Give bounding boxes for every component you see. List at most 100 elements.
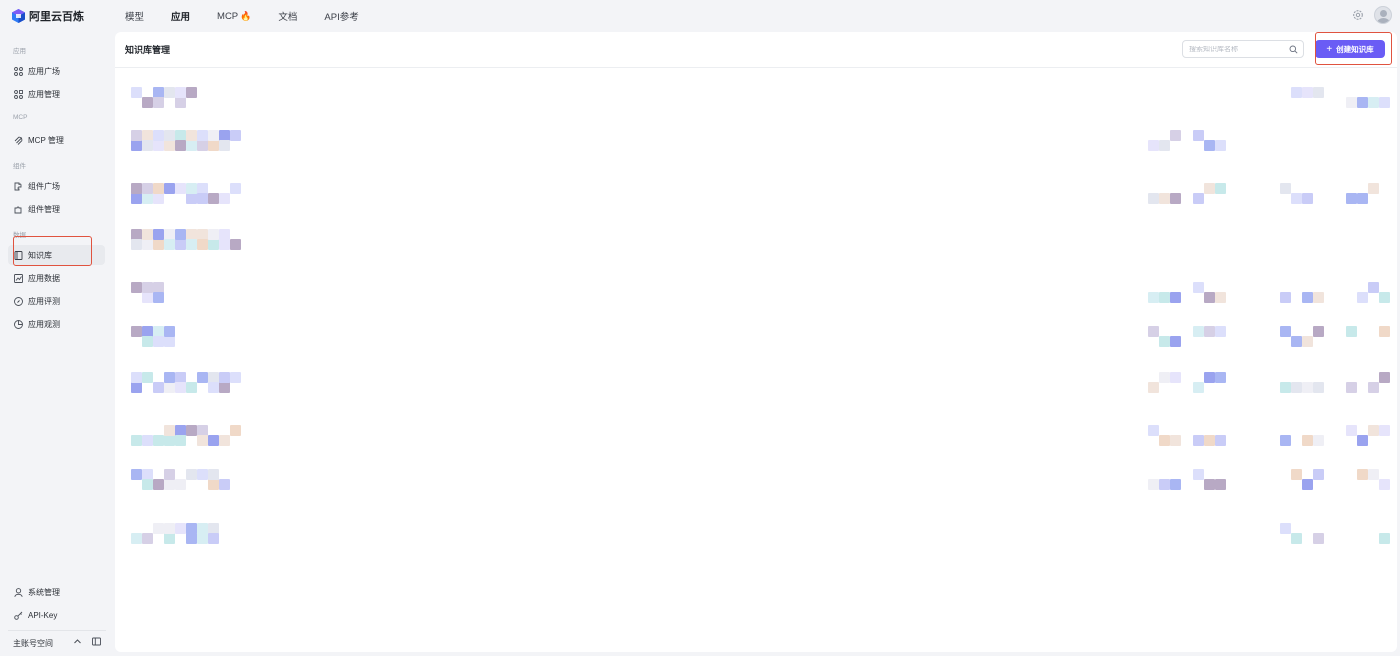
obscured-block xyxy=(208,140,219,151)
chevron-up-icon[interactable] xyxy=(73,637,82,646)
sidebar-item-knowledge-base[interactable]: 知识库 xyxy=(8,245,105,265)
obscured-block xyxy=(1280,435,1291,446)
obscured-block xyxy=(1215,435,1226,446)
obscured-block xyxy=(1302,292,1313,303)
obscured-block xyxy=(1280,183,1291,194)
sidebar-item-component-management[interactable]: 组件管理 xyxy=(8,199,105,219)
obscured-block xyxy=(186,382,197,393)
obscured-block xyxy=(1148,193,1159,204)
obscured-block xyxy=(1379,372,1390,383)
user-icon xyxy=(14,587,23,597)
obscured-block xyxy=(164,372,175,383)
nav-item-models[interactable]: 模型 xyxy=(125,9,144,23)
obscured-block xyxy=(1357,193,1368,204)
sidebar-item-app-observation[interactable]: 应用观测 xyxy=(8,314,105,334)
obscured-block xyxy=(164,435,175,446)
obscured-block xyxy=(1159,435,1170,446)
brand-name: 阿里云百炼 xyxy=(29,11,84,23)
obscured-block xyxy=(1193,282,1204,293)
workspace-label[interactable]: 主账号空间 xyxy=(13,638,53,649)
sidebar-item-system-management[interactable]: 系统管理 xyxy=(8,582,105,602)
nav-item-mcp[interactable]: MCP 🔥 xyxy=(217,11,251,22)
list-item[interactable] xyxy=(115,523,1397,553)
obscured-block xyxy=(197,533,208,544)
obscured-block xyxy=(1379,97,1390,108)
obscured-block xyxy=(153,140,164,151)
obscured-block xyxy=(153,183,164,194)
page-title: 知识库管理 xyxy=(125,45,171,55)
obscured-block xyxy=(1291,193,1302,204)
obscured-block xyxy=(164,469,175,480)
list-item[interactable] xyxy=(115,425,1397,455)
list-item[interactable] xyxy=(115,183,1397,213)
obscured-block xyxy=(131,87,142,98)
obscured-block xyxy=(142,229,153,240)
create-button-label: 创建知识库 xyxy=(1336,44,1374,54)
obscured-block xyxy=(164,523,175,534)
obscured-block xyxy=(230,183,241,194)
obscured-block xyxy=(175,140,186,151)
obscured-block xyxy=(197,469,208,480)
list-item[interactable] xyxy=(115,229,1397,259)
sidebar-item-app-management[interactable]: 应用管理 xyxy=(8,84,105,104)
collapse-sidebar-icon[interactable] xyxy=(92,637,101,646)
obscured-block xyxy=(1159,193,1170,204)
obscured-block xyxy=(219,239,230,250)
obscured-block xyxy=(1313,87,1324,98)
nav-item-docs[interactable]: 文档 xyxy=(278,9,297,23)
obscured-block xyxy=(197,523,208,534)
key-icon xyxy=(14,611,23,620)
nav-item-label: 模型 xyxy=(125,12,145,23)
obscured-block xyxy=(1379,425,1390,436)
sidebar-item-component-plaza[interactable]: 组件广场 xyxy=(8,176,105,196)
obscured-block xyxy=(208,193,219,204)
list-item[interactable] xyxy=(115,372,1397,402)
create-knowledge-base-button[interactable]: + 创建知识库 xyxy=(1315,40,1385,58)
obscured-block xyxy=(131,239,142,250)
component-icon xyxy=(14,206,22,213)
obscured-block xyxy=(1368,469,1379,480)
list-item[interactable] xyxy=(115,282,1397,312)
sidebar-item-mcp-management[interactable]: MCP 管理 xyxy=(8,130,105,150)
brand[interactable]: 阿里云百炼 xyxy=(12,8,125,24)
nav-item-apps[interactable]: 应用 xyxy=(171,9,190,23)
search-box[interactable] xyxy=(1182,40,1304,58)
sidebar-item-app-data[interactable]: 应用数据 xyxy=(8,268,105,288)
obscured-block xyxy=(219,372,230,383)
obscured-block xyxy=(1280,382,1291,393)
obscured-block xyxy=(197,140,208,151)
fire-icon: 🔥 xyxy=(240,10,252,21)
avatar[interactable] xyxy=(1374,6,1392,24)
sidebar-item-label: API-Key xyxy=(28,610,58,620)
nav-item-label: 文档 xyxy=(278,12,298,23)
list-item[interactable] xyxy=(115,326,1397,356)
obscured-block xyxy=(175,523,186,534)
obscured-block xyxy=(131,533,142,544)
sidebar-item-app-plaza[interactable]: 应用广场 xyxy=(8,61,105,81)
mcp-icon xyxy=(14,136,23,145)
obscured-block xyxy=(131,193,142,204)
sidebar-item-app-evaluation[interactable]: 应用评测 xyxy=(8,291,105,311)
obscured-block xyxy=(1346,382,1357,393)
sidebar-item-label: 组件广场 xyxy=(28,181,60,191)
sidebar: 应用 应用广场 应用管理 MCP MCP 管理 组件 组件广场 组件管理 数据 … xyxy=(0,32,115,656)
obscured-block xyxy=(1368,425,1379,436)
sidebar-item-api-key[interactable]: API-Key xyxy=(8,605,105,625)
obscured-block xyxy=(208,469,219,480)
nav-item-api-reference[interactable]: API参考 xyxy=(324,9,358,23)
list-item[interactable] xyxy=(115,130,1397,160)
obscured-block xyxy=(1193,382,1204,393)
obscured-block xyxy=(1368,382,1379,393)
obscured-block xyxy=(1379,326,1390,337)
sidebar-group-label: MCP xyxy=(13,114,28,121)
search-icon[interactable] xyxy=(1289,45,1298,54)
grid-icon xyxy=(14,89,23,99)
obscured-block xyxy=(1379,479,1390,490)
obscured-block xyxy=(1159,372,1170,383)
obscured-block xyxy=(1368,183,1379,194)
list-item[interactable] xyxy=(115,87,1397,117)
list-item[interactable] xyxy=(115,469,1397,499)
gear-icon[interactable] xyxy=(1352,9,1364,21)
obscured-block xyxy=(197,193,208,204)
search-input[interactable] xyxy=(1189,45,1289,53)
